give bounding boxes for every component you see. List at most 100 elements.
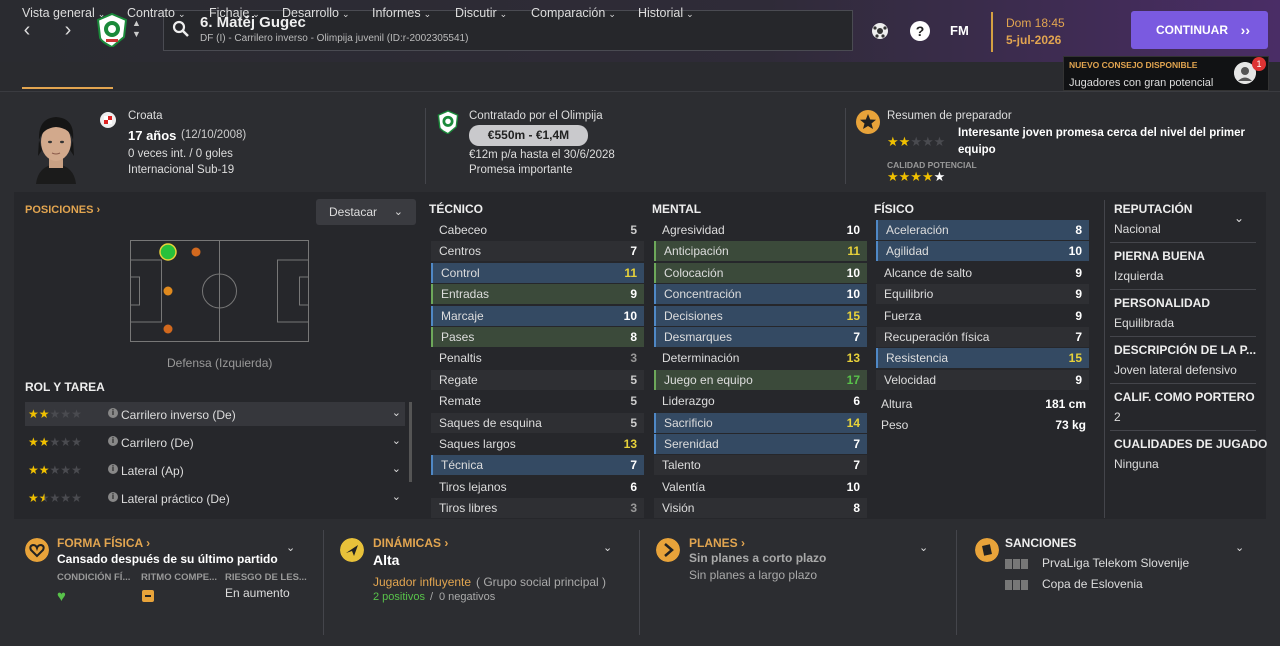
attribute-row[interactable]: Tiros libres 3	[431, 498, 644, 519]
attribute-name: Recuperación física	[884, 330, 990, 344]
attribute-row[interactable]: Entradas 9	[431, 284, 644, 305]
positions-title[interactable]: POSICIONES ›	[25, 204, 100, 216]
role-stars: ★★★★★	[28, 407, 82, 421]
wage: €12m p/a hasta el 30/6/2028	[469, 149, 615, 161]
attribute-value: 3	[630, 501, 637, 516]
attribute-row[interactable]: Desmarques 7	[654, 327, 867, 347]
role-row[interactable]: ★★★★★ i Carrilero inverso (De) ⌄	[25, 402, 405, 426]
attribute-row[interactable]: Resistencia 15	[876, 348, 1089, 369]
info-icon[interactable]: i	[108, 492, 118, 502]
chevron-down-icon[interactable]: ⌄	[392, 490, 401, 503]
attribute-row[interactable]: Agilidad 10	[876, 241, 1089, 262]
tab-5[interactable]: Discutir ⌄	[455, 6, 507, 20]
attribute-value: 7	[853, 330, 860, 344]
attribute-value: 7	[853, 458, 860, 473]
role-stars: ★★★★★	[28, 463, 82, 477]
attribute-row[interactable]: Decisiones 15	[654, 305, 867, 326]
attribute-row[interactable]: Serenidad 7	[654, 434, 867, 454]
club-switch-icon[interactable]: ▲ ▼	[132, 18, 141, 40]
attribute-row[interactable]: Alcance de salto 9	[876, 263, 1089, 283]
attribute-row[interactable]: Cabeceo 5	[431, 220, 644, 240]
attribute-row[interactable]: Saques largos 13	[431, 434, 644, 454]
attribute-row[interactable]: Técnica 7	[431, 455, 644, 476]
chevron-down-icon[interactable]: ⌄	[286, 541, 295, 554]
attribute-row[interactable]: Sacrificio 14	[654, 412, 867, 433]
chevron-down-icon[interactable]: ⌄	[1234, 211, 1244, 225]
attribute-name: Determinación	[662, 351, 740, 366]
form-title[interactable]: FORMA FÍSICA ›	[57, 536, 150, 550]
attribute-row[interactable]: Agresividad 10	[654, 220, 867, 240]
attribute-value: 11	[624, 265, 637, 280]
tab-2[interactable]: Fichaje ⌄	[209, 6, 260, 20]
chevron-down-icon[interactable]: ⌄	[392, 406, 401, 419]
attribute-row[interactable]: Pases 8	[431, 327, 644, 347]
attribute-row[interactable]: Velocidad 9	[876, 369, 1089, 390]
fm-logo[interactable]: FM	[950, 23, 969, 38]
tab-6[interactable]: Comparación ⌄	[531, 6, 616, 20]
role-row[interactable]: ★★★★★ i Carrilero (De) ⌄	[25, 430, 405, 454]
info-icon[interactable]: i	[108, 408, 118, 418]
tab-3[interactable]: Desarrollo ⌄	[282, 6, 350, 20]
chevron-down-icon[interactable]: ⌄	[919, 541, 928, 554]
squad-status: Promesa importante	[469, 164, 573, 176]
tab-label: Informes	[372, 6, 421, 20]
role-scrollbar[interactable]	[409, 402, 412, 482]
attribute-row[interactable]: Recuperación física 7	[876, 327, 1089, 347]
attribute-row[interactable]: Control 11	[431, 262, 644, 283]
attribute-row[interactable]: Talento 7	[654, 455, 867, 476]
double-chevron-icon: ››	[1240, 22, 1250, 38]
dynamics-title[interactable]: DINÁMICAS ›	[373, 536, 448, 550]
continue-button[interactable]: CONTINUAR ››	[1131, 11, 1268, 49]
heart-icon: ♥	[57, 588, 66, 605]
attribute-row[interactable]: Fuerza 9	[876, 306, 1089, 326]
attribute-row[interactable]: Colocación 10	[654, 262, 867, 283]
ball-icon[interactable]	[869, 20, 891, 42]
tab-0[interactable]: Vista general ⌄	[22, 6, 105, 20]
attribute-name: Entradas	[441, 287, 490, 302]
positives: 2 positivos	[373, 591, 425, 603]
back-arrow-icon[interactable]: ‹	[17, 20, 37, 40]
info-icon[interactable]: i	[108, 464, 118, 474]
attribute-value: 10	[846, 223, 860, 237]
attribute-row[interactable]: Penaltis 3	[431, 348, 644, 368]
help-icon[interactable]: ?	[909, 20, 931, 42]
attribute-name: Visión	[662, 501, 695, 516]
attribute-row[interactable]: Equilibrio 9	[876, 284, 1089, 305]
sanctions-title: SANCIONES	[1005, 536, 1077, 550]
attribute-row[interactable]: Centros 7	[431, 241, 644, 262]
attribute-row[interactable]: Saques de esquina 5	[431, 412, 644, 433]
attribute-row[interactable]: Tiros lejanos 6	[431, 477, 644, 497]
chevron-down-icon[interactable]: ⌄	[603, 541, 612, 554]
attribute-row[interactable]: Juego en equipo 17	[654, 369, 867, 390]
info-icon[interactable]: i	[108, 436, 118, 446]
attribute-row[interactable]: Liderazgo 6	[654, 391, 867, 411]
tab-4[interactable]: Informes ⌄	[372, 6, 431, 20]
attribute-row[interactable]: Valentía 10	[654, 477, 867, 497]
attribute-row[interactable]: Anticipación 11	[654, 241, 867, 262]
value-badge[interactable]: €550m - €1,4M	[469, 125, 588, 146]
attribute-value: 5	[630, 394, 637, 409]
attribute-row[interactable]: Visión 8	[654, 498, 867, 519]
slash: /	[430, 591, 434, 603]
attribute-row[interactable]: Remate 5	[431, 391, 644, 411]
chevron-down-icon[interactable]: ⌄	[1235, 541, 1244, 554]
tab-7[interactable]: Historial ⌄	[638, 6, 694, 20]
role-row[interactable]: ★★★★★ i Lateral (Ap) ⌄	[25, 458, 405, 482]
chevron-down-icon[interactable]: ⌄	[392, 434, 401, 447]
role-stars: ★★★★★	[28, 491, 82, 505]
attribute-row[interactable]: Concentración 10	[654, 284, 867, 305]
attribute-row[interactable]: Determinación 13	[654, 348, 867, 368]
tab-1[interactable]: Contrato ⌄	[127, 6, 186, 20]
attribute-row[interactable]: Aceleración 8	[876, 220, 1089, 240]
attribute-row[interactable]: Regate 5	[431, 369, 644, 390]
attribute-row[interactable]: Marcaje 10	[431, 305, 644, 326]
forward-arrow-icon[interactable]: ›	[58, 20, 78, 40]
chevron-down-icon[interactable]: ⌄	[392, 462, 401, 475]
caps-goals: 0 veces int. / 0 goles	[128, 148, 233, 160]
highlight-dropdown[interactable]: Destacar ⌄	[316, 199, 416, 225]
search-icon[interactable]	[172, 20, 190, 38]
attribute-name: Marcaje	[441, 308, 484, 323]
role-row[interactable]: ★★★★★ i Lateral práctico (De) ⌄	[25, 486, 405, 510]
plans-title[interactable]: PLANES ›	[689, 536, 745, 550]
dynamics-level: Alta	[373, 552, 400, 568]
